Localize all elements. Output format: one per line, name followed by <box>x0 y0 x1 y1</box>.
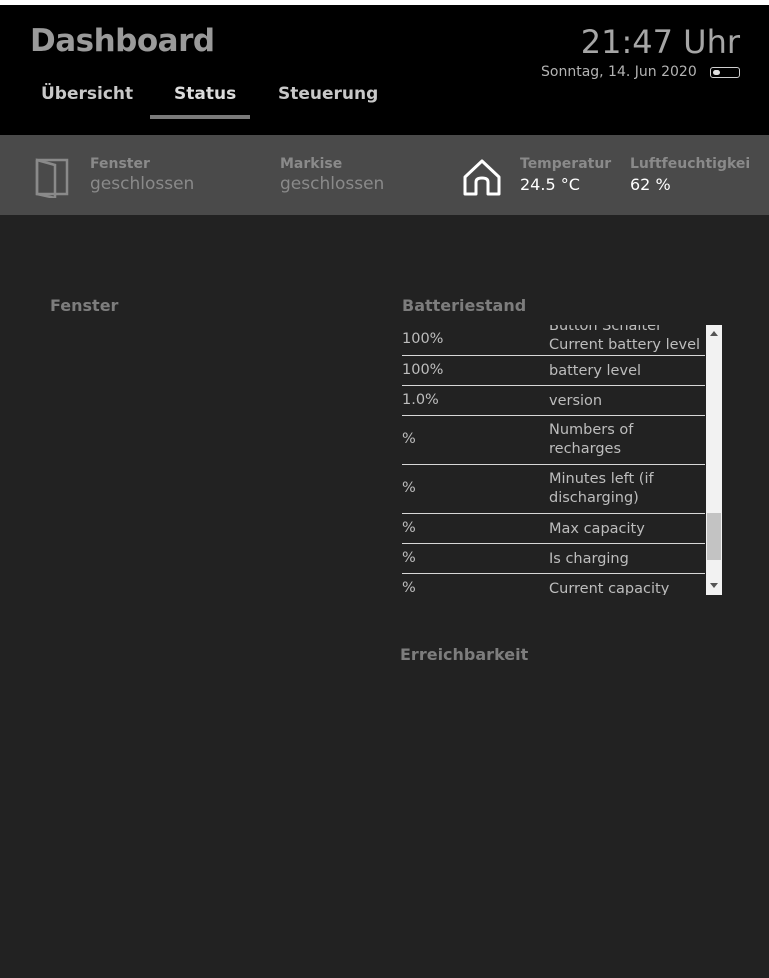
battery-table[interactable]: 100% Button Schalter Current battery lev… <box>402 325 722 595</box>
row-label: Is charging <box>549 551 629 567</box>
row-value: 100% <box>402 362 444 378</box>
table-row: % Current capacity <box>402 574 705 595</box>
table-row: % Max capacity <box>402 514 705 544</box>
scrollbar-thumb[interactable] <box>707 513 721 560</box>
theme-toggle[interactable] <box>710 67 740 78</box>
tab-status[interactable]: Status <box>174 84 236 104</box>
table-row: 1.0% version <box>402 386 705 416</box>
row-label-line1: Numbers of <box>549 422 634 438</box>
row-label-line2: recharges <box>549 441 621 457</box>
house-icon <box>463 159 501 196</box>
row-value: 1.0% <box>402 392 439 408</box>
date-display: Sonntag, 14. Jun 2020 <box>541 64 697 80</box>
temperatur-label: Temperatur <box>520 156 612 172</box>
window-icon <box>35 158 69 198</box>
table-row: % Is charging <box>402 544 705 574</box>
section-title-batteriestand: Batteriestand <box>402 296 527 315</box>
row-label: battery level <box>549 363 642 379</box>
table-row: 100% battery level <box>402 356 705 386</box>
row-value: % <box>402 520 416 536</box>
scroll-up-icon[interactable] <box>710 331 718 336</box>
tab-uebersicht[interactable]: Übersicht <box>41 84 133 104</box>
toggle-knob <box>713 70 720 75</box>
row-label-line1: Button Schalter <box>549 325 663 334</box>
temperatur-value: 24.5 °C <box>520 175 580 194</box>
row-label: Max capacity <box>549 521 645 537</box>
table-row: % Minutes left (if discharging) <box>402 465 705 514</box>
scroll-down-icon[interactable] <box>710 583 718 588</box>
row-value: % <box>402 580 416 595</box>
row-label-line1: Minutes left (if <box>549 471 654 487</box>
row-value: 100% <box>402 331 444 347</box>
active-tab-indicator <box>150 115 250 119</box>
row-label: version <box>549 393 603 409</box>
dashboard-app: Dashboard Übersicht Status Steuerung 21:… <box>0 5 769 978</box>
section-title-fenster: Fenster <box>50 296 119 315</box>
fenster-label: Fenster <box>90 156 150 172</box>
row-value: % <box>402 480 416 496</box>
table-row: % Numbers of recharges <box>402 416 705 465</box>
page-title: Dashboard <box>30 23 215 59</box>
section-title-erreichbarkeit: Erreichbarkeit <box>400 645 529 664</box>
luftfeuchtigkeit-label: Luftfeuchtigkei <box>630 156 751 172</box>
tab-steuerung[interactable]: Steuerung <box>278 84 378 104</box>
status-bar: Fenster geschlossen Markise geschlossen … <box>0 135 769 215</box>
header-bar: Dashboard Übersicht Status Steuerung 21:… <box>0 5 769 135</box>
row-label-line2: discharging) <box>549 490 639 506</box>
row-label: Current capacity <box>549 581 670 595</box>
fenster-value: geschlossen <box>90 174 195 194</box>
table-row: 100% Button Schalter Current battery lev… <box>402 325 705 356</box>
clock: 21:47 Uhr <box>580 23 740 61</box>
row-label-line2: Current battery level <box>549 337 701 353</box>
markise-label: Markise <box>280 156 343 172</box>
row-value: % <box>402 431 416 447</box>
row-value: % <box>402 550 416 566</box>
markise-value: geschlossen <box>280 174 385 194</box>
luftfeuchtigkeit-value: 62 % <box>630 175 671 194</box>
